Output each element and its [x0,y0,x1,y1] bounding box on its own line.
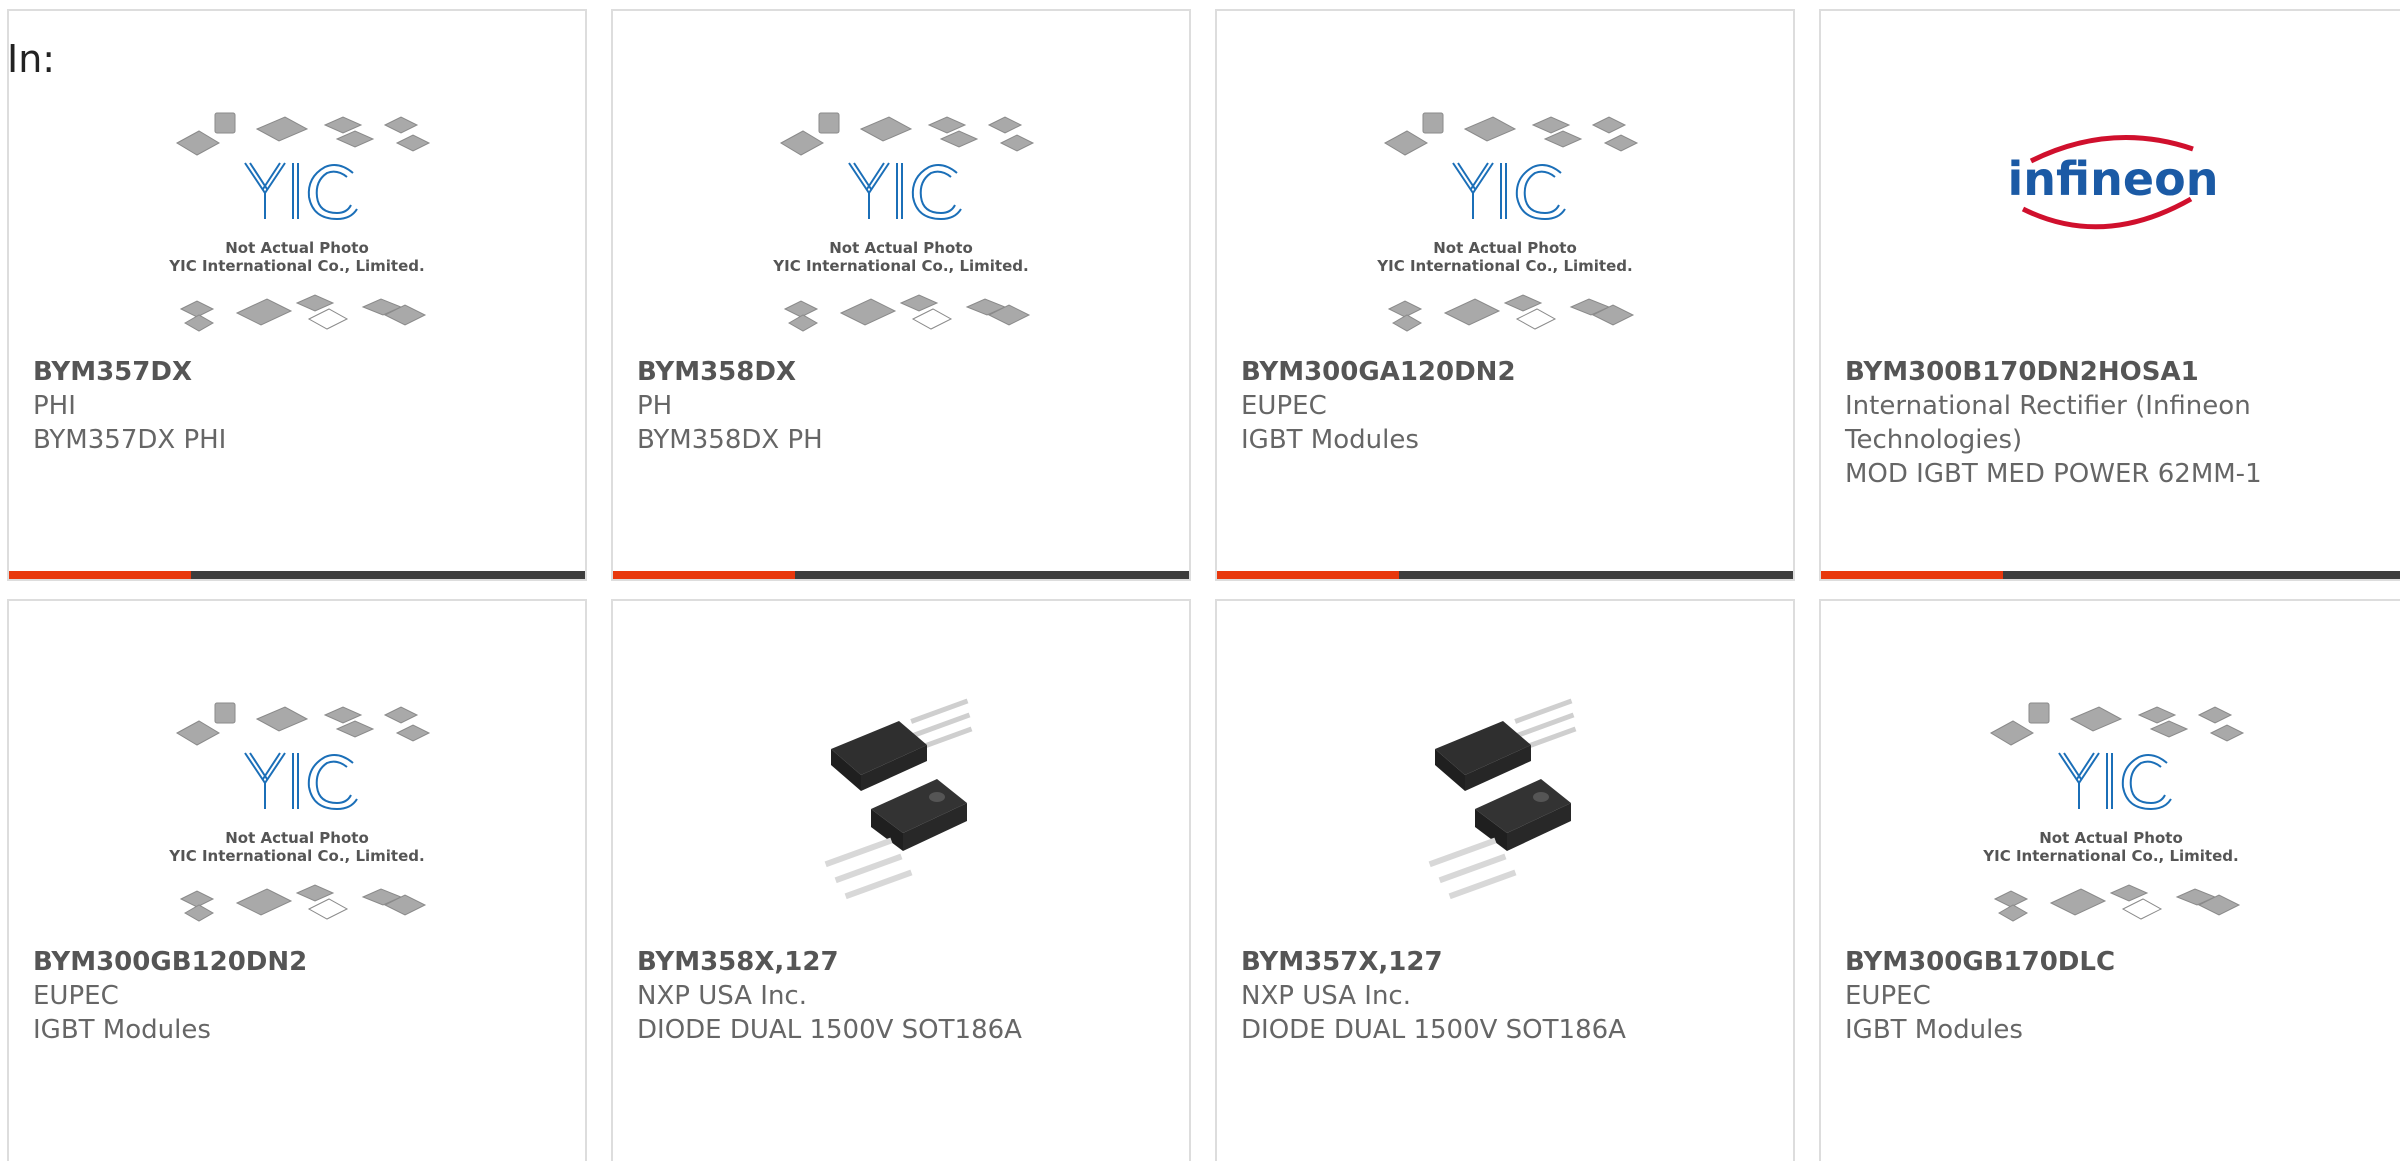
part-number[interactable]: BYM357DX [33,355,561,389]
product-card[interactable]: Not Actual Photo YIC International Co., … [7,9,587,581]
placeholder-line1: Not Actual Photo [2039,829,2183,847]
product-image[interactable]: infineon [1821,101,2400,351]
product-card[interactable]: BYM357X,127 NXP USA Inc. DIODE DUAL 1500… [1215,599,1795,1161]
to220-package-icon [1428,698,1577,900]
placeholder-line2: YIC International Co., Limited. [772,257,1028,275]
description: IGBT Modules [1845,1015,2023,1045]
placeholder-line1: Not Actual Photo [225,829,369,847]
manufacturer: International Rectifier (Infineon Techno… [1845,391,2251,455]
placeholder-line1: Not Actual Photo [225,239,369,257]
manufacturer: EUPEC [33,981,119,1011]
product-image[interactable]: Not Actual Photo YIC International Co., … [9,101,585,351]
placeholder-line2: YIC International Co., Limited. [1982,847,2238,865]
part-number[interactable]: BYM300GA120DN2 [1241,355,1769,389]
placeholder-line2: YIC International Co., Limited. [168,847,424,865]
product-card[interactable]: Not Actual Photo YIC International Co., … [7,599,587,1161]
product-image[interactable]: Not Actual Photo YIC International Co., … [1217,101,1793,351]
placeholder-line1: Not Actual Photo [1433,239,1577,257]
part-number[interactable]: BYM300GB170DLC [1845,945,2376,979]
product-card[interactable]: BYM358X,127 NXP USA Inc. DIODE DUAL 1500… [611,599,1191,1161]
part-number[interactable]: BYM357X,127 [1241,945,1769,979]
product-image[interactable]: Not Actual Photo YIC International Co., … [9,691,585,941]
infineon-logo-icon: infineon [2007,134,2218,230]
part-number[interactable]: BYM300GB120DN2 [33,945,561,979]
description: IGBT Modules [33,1015,211,1045]
part-number[interactable]: BYM358X,127 [637,945,1165,979]
part-number[interactable]: BYM358DX [637,355,1165,389]
product-card[interactable]: infineon BYM300B170DN2HOSA1 Internationa… [1819,9,2400,581]
product-image[interactable]: Not Actual Photo YIC International Co., … [1821,691,2400,941]
card-bar-accent [1217,571,1399,579]
description: BYM358DX PH [637,425,823,455]
description: IGBT Modules [1241,425,1419,455]
manufacturer: PH [637,391,673,421]
product-image[interactable]: Not Actual Photo YIC International Co., … [613,101,1189,351]
description: DIODE DUAL 1500V SOT186A [1241,1015,1626,1045]
manufacturer: NXP USA Inc. [637,981,807,1011]
manufacturer: EUPEC [1241,391,1327,421]
card-bar-accent [9,571,191,579]
product-card[interactable]: Not Actual Photo YIC International Co., … [1819,599,2400,1161]
description: MOD IGBT MED POWER 62MM-1 [1845,459,2262,489]
manufacturer: EUPEC [1845,981,1931,1011]
placeholder-line2: YIC International Co., Limited. [1376,257,1632,275]
product-card[interactable]: Not Actual Photo YIC International Co., … [1215,9,1795,581]
card-bar [9,571,585,579]
card-bar-accent [613,571,795,579]
infineon-logo-text: infineon [2007,152,2218,206]
placeholder-line2: YIC International Co., Limited. [168,257,424,275]
placeholder-line1: Not Actual Photo [829,239,973,257]
card-bar [1217,571,1793,579]
card-bar-accent [1821,571,2003,579]
product-image[interactable] [1217,691,1793,941]
card-bar [1821,571,2400,579]
filter-label: In: [7,37,56,81]
product-grid-page: In: Not Actual Photo YIC International C… [0,0,2400,1161]
to220-package-icon [824,698,973,900]
description: BYM357DX PHI [33,425,227,455]
manufacturer: NXP USA Inc. [1241,981,1411,1011]
card-bar [613,571,1189,579]
description: DIODE DUAL 1500V SOT186A [637,1015,1022,1045]
product-card[interactable]: Not Actual Photo YIC International Co., … [611,9,1191,581]
manufacturer: PHI [33,391,76,421]
product-image[interactable] [613,691,1189,941]
part-number[interactable]: BYM300B170DN2HOSA1 [1845,355,2376,389]
